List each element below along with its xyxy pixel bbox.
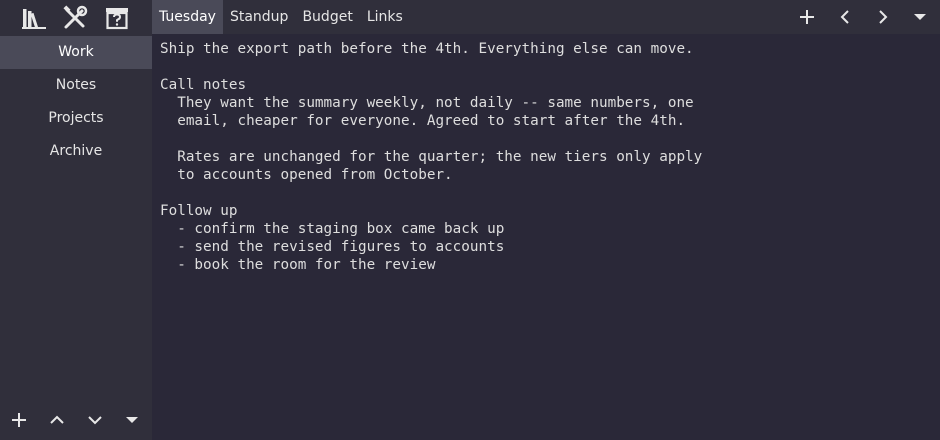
tab-links[interactable]: Links xyxy=(360,0,410,34)
note-editor[interactable]: Ship the export path before the 4th. Eve… xyxy=(152,34,940,440)
tab-budget[interactable]: Budget xyxy=(295,0,359,34)
page-menu-button[interactable] xyxy=(905,2,935,32)
plus-icon xyxy=(12,413,26,427)
sidebar-list: Work Notes Projects Archive xyxy=(0,36,152,168)
add-notebook-button[interactable] xyxy=(5,406,33,434)
sidebar: Work Notes Projects Archive xyxy=(0,0,152,440)
sidebar-item-notes[interactable]: Notes xyxy=(0,69,152,102)
add-page-button[interactable] xyxy=(792,2,822,32)
sidebar-item-work[interactable]: Work xyxy=(0,36,152,69)
sidebar-item-archive[interactable]: Archive xyxy=(0,135,152,168)
tab-tuesday[interactable]: Tuesday xyxy=(152,0,223,34)
tools-button[interactable] xyxy=(59,3,91,33)
chevron-left-icon xyxy=(840,10,849,24)
chevron-right-icon xyxy=(879,10,888,24)
sidebar-toolbar xyxy=(0,0,152,36)
dropdown-triangle-icon xyxy=(126,417,138,423)
help-button[interactable] xyxy=(101,3,133,33)
next-page-button[interactable] xyxy=(868,2,898,32)
tab-standup[interactable]: Standup xyxy=(223,0,295,34)
library-icon xyxy=(22,9,46,29)
notes-app-window: Work Notes Projects Archive Tuesday Stan… xyxy=(0,0,940,440)
tools-icon xyxy=(63,5,88,29)
plus-icon xyxy=(800,10,814,24)
previous-page-button[interactable] xyxy=(830,2,860,32)
tab-bar: Tuesday Standup Budget Links xyxy=(152,0,940,34)
chevron-up-icon xyxy=(50,415,64,424)
sidebar-footer xyxy=(0,400,152,440)
chevron-down-icon xyxy=(88,416,102,425)
sidebar-menu-button[interactable] xyxy=(118,406,146,434)
page-tabs: Tuesday Standup Budget Links xyxy=(152,0,410,34)
move-up-button[interactable] xyxy=(43,406,71,434)
sidebar-item-projects[interactable]: Projects xyxy=(0,102,152,135)
library-button[interactable] xyxy=(18,3,50,33)
dropdown-triangle-icon xyxy=(914,14,926,20)
move-down-button[interactable] xyxy=(81,406,109,434)
help-box-icon xyxy=(106,8,128,30)
note-text[interactable]: Ship the export path before the 4th. Eve… xyxy=(160,40,932,274)
